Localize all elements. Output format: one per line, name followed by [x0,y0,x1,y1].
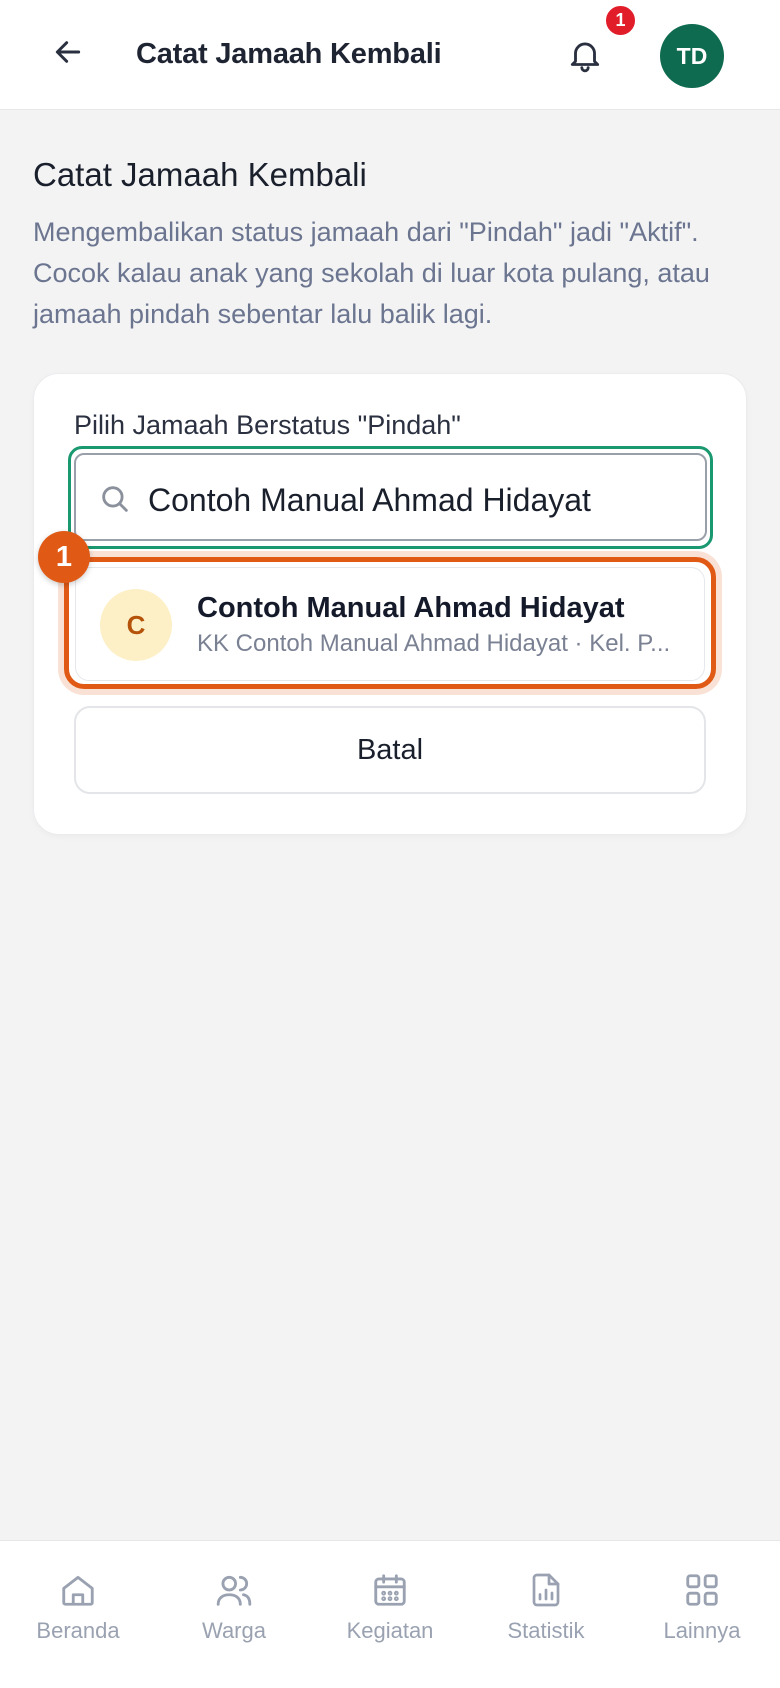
grid-icon [686,1574,718,1606]
nav-item-beranda[interactable]: Beranda [13,1570,143,1650]
user-avatar[interactable]: TD [660,24,724,88]
cancel-button[interactable]: Batal [74,706,706,794]
nav-label: Statistik [507,1618,585,1643]
nav-item-kegiatan[interactable]: Kegiatan [325,1570,455,1650]
app-bar-title: Catat Jamaah Kembali [136,38,442,70]
nav-label: Kegiatan [346,1618,434,1643]
page-description: Mengembalikan status jamaah dari "Pindah… [33,217,710,329]
result-name: Contoh Manual Ahmad Hidayat [197,592,625,624]
calendar-icon [374,1574,406,1606]
search-icon [102,486,128,512]
home-icon [62,1575,94,1606]
notifications-button[interactable] [560,30,610,80]
page-title: Catat Jamaah Kembali [33,156,367,193]
search-input[interactable] [148,470,696,530]
nav-label: Beranda [36,1618,120,1643]
bell-icon [570,42,600,73]
result-avatar: C [100,589,172,661]
step-marker-badge: 1 [38,531,90,583]
arrow-left-icon [55,41,81,63]
notification-badge: 1 [604,4,637,37]
back-button[interactable] [44,28,92,76]
result-subtitle: KK Contoh Manual Ahmad Hidayat · Kel. P.… [197,630,671,657]
chart-icon [532,1573,560,1607]
nav-item-warga[interactable]: Warga [169,1570,299,1650]
nav-item-lainnya[interactable]: Lainnya [637,1570,767,1650]
field-label: Pilih Jamaah Berstatus "Pindah" [74,410,461,440]
users-icon [216,1575,252,1606]
nav-label: Warga [202,1618,266,1643]
nav-item-statistik[interactable]: Statistik [481,1570,611,1650]
nav-label: Lainnya [663,1618,741,1643]
